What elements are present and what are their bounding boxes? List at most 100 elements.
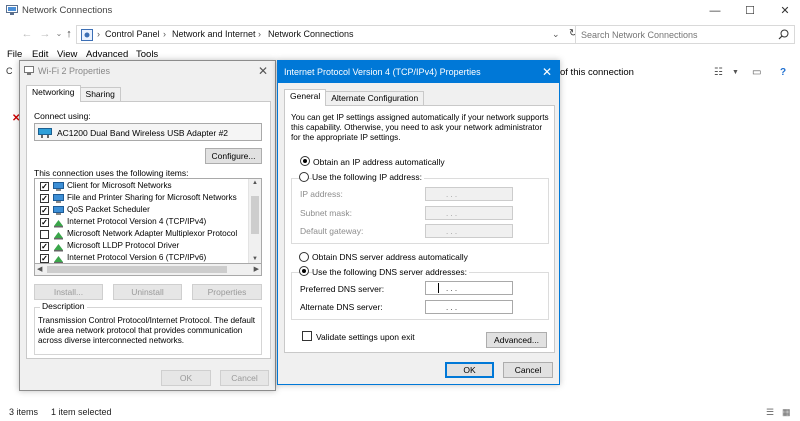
ip-address-label: IP address: — [300, 189, 343, 199]
ipv4-dialog-title: Internet Protocol Version 4 (TCP/IPv4) P… — [284, 67, 481, 77]
status-selected: 1 item selected — [51, 407, 112, 417]
scroll-thumb[interactable] — [47, 266, 227, 273]
item-label: Internet Protocol Version 4 (TCP/IPv4) — [67, 217, 207, 226]
large-icons-view-icon[interactable]: ▦ — [782, 407, 791, 418]
connect-using-label: Connect using: — [34, 111, 91, 121]
menu-view[interactable]: View — [57, 49, 77, 60]
view-dropdown-icon[interactable]: ▼ — [732, 69, 739, 76]
network-connections-icon — [6, 5, 18, 15]
list-item[interactable]: ✓ QoS Packet Scheduler — [37, 205, 249, 217]
item-checkbox[interactable]: ✓ — [40, 218, 49, 227]
uninstall-button[interactable]: Uninstall — [113, 284, 182, 300]
maximize-button[interactable]: ☐ — [740, 3, 760, 19]
title-bar: Network Connections — ☐ ✕ — [0, 0, 800, 22]
view-options-icon[interactable]: ☷ — [714, 67, 723, 78]
use-following-ip-radio[interactable] — [299, 172, 309, 182]
back-arrow-icon[interactable]: ← — [20, 26, 34, 42]
item-checkbox[interactable]: ✓ — [40, 182, 49, 191]
cancel-button[interactable]: Cancel — [503, 362, 553, 378]
networking-panel: Connect using: AC1200 Dual Band Wireless… — [26, 101, 271, 359]
item-label: Client for Microsoft Networks — [67, 181, 172, 190]
alternate-dns-label: Alternate DNS server: — [300, 302, 383, 312]
network-adapter-icon — [38, 128, 52, 138]
scroll-left-icon[interactable]: ◀ — [37, 265, 42, 273]
list-item[interactable]: ✓ File and Printer Sharing for Microsoft… — [37, 193, 249, 205]
preview-pane-icon[interactable]: ▭ — [752, 67, 761, 78]
use-following-dns-radio[interactable] — [299, 266, 309, 276]
breadcrumb-network-internet[interactable]: Network and Internet — [172, 29, 256, 39]
search-icon[interactable] — [778, 29, 789, 40]
alternate-dns-field[interactable]: . . . — [425, 300, 513, 314]
adapter-box: AC1200 Dual Band Wireless USB Adapter #2 — [34, 123, 262, 141]
item-label: Microsoft Network Adapter Multiplexor Pr… — [67, 229, 238, 238]
item-checkbox[interactable]: ✓ — [40, 254, 49, 263]
menu-advanced[interactable]: Advanced — [86, 49, 128, 60]
default-gateway-field[interactable]: . . . — [425, 224, 513, 238]
advanced-button[interactable]: Advanced... — [486, 332, 547, 348]
tab-sharing[interactable]: Sharing — [79, 87, 121, 102]
search-input[interactable] — [576, 26, 766, 43]
item-checkbox[interactable]: ✓ — [40, 242, 49, 251]
tab-general[interactable]: General — [284, 89, 327, 106]
scroll-thumb[interactable] — [251, 196, 259, 234]
breadcrumb-control-panel[interactable]: Control Panel — [105, 29, 160, 39]
validate-checkbox[interactable] — [302, 331, 312, 341]
toolbar-stub-text: C — [6, 66, 13, 76]
item-checkbox[interactable] — [40, 230, 49, 239]
use-following-ip-label[interactable]: Use the following IP address: — [312, 172, 424, 182]
use-following-dns-label[interactable]: Use the following DNS server addresses: — [312, 267, 469, 277]
ip-address-field[interactable]: . . . — [425, 187, 513, 201]
configure-button[interactable]: Configure... — [205, 148, 262, 164]
menu-edit[interactable]: Edit — [32, 49, 48, 60]
obtain-dns-auto-radio[interactable] — [299, 252, 309, 262]
obtain-dns-auto-label[interactable]: Obtain DNS server address automatically — [312, 252, 468, 262]
install-button[interactable]: Install... — [34, 284, 103, 300]
intro-text: You can get IP settings assigned automat… — [291, 113, 549, 142]
scroll-right-icon[interactable]: ▶ — [254, 265, 259, 273]
list-item[interactable]: ✓ Microsoft LLDP Protocol Driver — [37, 241, 249, 253]
list-item-selected[interactable]: ✓ Internet Protocol Version 4 (TCP/IPv4) — [37, 217, 249, 229]
preferred-dns-field[interactable]: . . . — [425, 281, 513, 295]
close-icon[interactable]: ✕ — [542, 65, 552, 79]
list-vertical-scrollbar[interactable]: ▲ ▼ — [248, 179, 261, 263]
address-dropdown-icon[interactable]: ⌄ — [552, 29, 560, 40]
text-caret — [438, 283, 439, 293]
item-label: QoS Packet Scheduler — [67, 205, 150, 214]
items-label: This connection uses the following items… — [34, 168, 189, 178]
properties-button[interactable]: Properties — [192, 284, 262, 300]
list-horizontal-scrollbar[interactable]: ◀ ▶ — [34, 264, 262, 276]
obtain-ip-auto-label[interactable]: Obtain an IP address automatically — [313, 157, 445, 167]
ok-button[interactable]: OK — [161, 370, 211, 386]
tab-alternate-configuration[interactable]: Alternate Configuration — [325, 91, 425, 106]
help-icon[interactable]: ? — [780, 67, 786, 78]
scroll-up-icon[interactable]: ▲ — [252, 180, 258, 186]
obtain-ip-auto-radio[interactable] — [300, 156, 310, 166]
item-checkbox[interactable]: ✓ — [40, 206, 49, 215]
close-button[interactable]: ✕ — [775, 3, 795, 19]
up-arrow-icon[interactable]: ↑ — [62, 26, 76, 42]
protocol-icon — [54, 232, 63, 240]
control-panel-icon — [81, 29, 93, 41]
validate-label[interactable]: Validate settings upon exit — [316, 332, 415, 342]
wifi-dialog-titlebar: Wi-Fi 2 Properties ✕ — [20, 61, 275, 81]
menu-tools[interactable]: Tools — [136, 49, 158, 60]
breadcrumb-network-connections[interactable]: Network Connections — [268, 29, 354, 39]
list-item[interactable]: ✓ Internet Protocol Version 6 (TCP/IPv6) — [37, 253, 249, 263]
list-item[interactable]: ✓ Client for Microsoft Networks — [37, 181, 249, 193]
list-item[interactable]: Microsoft Network Adapter Multiplexor Pr… — [37, 229, 249, 241]
minimize-button[interactable]: — — [705, 3, 725, 19]
ok-button[interactable]: OK — [445, 362, 494, 378]
cancel-button[interactable]: Cancel — [220, 370, 269, 386]
details-view-icon[interactable]: ☰ — [766, 407, 774, 418]
subnet-mask-field[interactable]: . . . — [425, 206, 513, 220]
protocol-icon — [54, 256, 63, 263]
forward-arrow-icon[interactable]: → — [38, 26, 52, 42]
close-icon[interactable]: ✕ — [258, 64, 268, 78]
address-bar[interactable]: › Control Panel › Network and Internet ›… — [76, 25, 591, 44]
item-checkbox[interactable]: ✓ — [40, 194, 49, 203]
tab-networking[interactable]: Networking — [26, 85, 81, 102]
item-label: Microsoft LLDP Protocol Driver — [67, 241, 180, 250]
toolbar-change-settings-text[interactable]: of this connection — [560, 67, 634, 78]
menu-file[interactable]: File — [7, 49, 22, 60]
scroll-down-icon[interactable]: ▼ — [252, 256, 258, 262]
